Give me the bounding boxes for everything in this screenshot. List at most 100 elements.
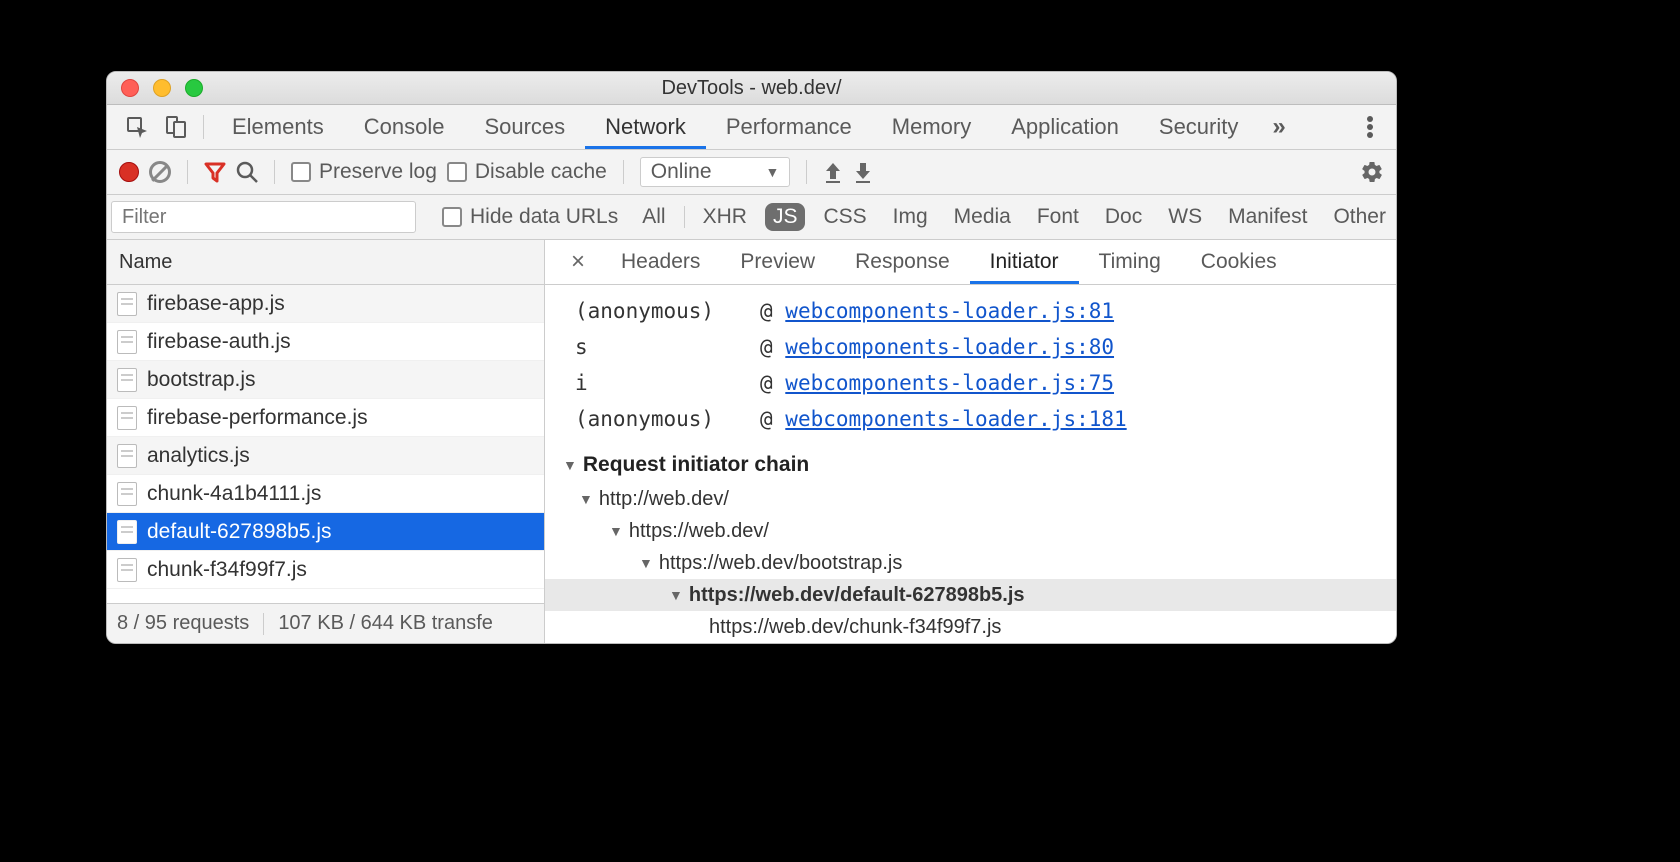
window-title: DevTools - web.dev/	[107, 77, 1396, 100]
separator	[684, 206, 685, 228]
filter-type-font[interactable]: Font	[1029, 203, 1087, 231]
source-link[interactable]: webcomponents-loader.js:81	[785, 299, 1114, 323]
device-toolbar-icon[interactable]	[157, 105, 195, 149]
file-icon	[117, 444, 137, 468]
at-symbol: @	[760, 299, 785, 323]
clear-button[interactable]	[149, 161, 171, 183]
devtools-window: DevTools - web.dev/ ElementsConsoleSourc…	[106, 71, 1397, 644]
detail-tab-preview[interactable]: Preview	[720, 240, 835, 284]
tab-network[interactable]: Network	[585, 105, 706, 149]
request-row[interactable]: chunk-f34f99f7.js	[107, 551, 544, 589]
expand-icon: ▼	[563, 457, 577, 473]
minimize-window-button[interactable]	[153, 79, 171, 97]
filter-type-doc[interactable]: Doc	[1097, 203, 1150, 231]
disable-cache-label: Disable cache	[475, 160, 607, 184]
expand-icon: ▼	[579, 483, 593, 515]
name-column-label: Name	[119, 251, 172, 274]
source-link[interactable]: webcomponents-loader.js:80	[785, 335, 1114, 359]
network-toolbar: Preserve log Disable cache Online ▼	[107, 150, 1396, 195]
requests-header[interactable]: Name	[107, 240, 544, 285]
checkbox-icon	[291, 162, 311, 182]
download-har-icon[interactable]	[853, 161, 873, 183]
stack-frame: (anonymous)@ webcomponents-loader.js:181	[575, 401, 1376, 437]
tab-application[interactable]: Application	[991, 105, 1139, 149]
more-panels-icon[interactable]: »	[1258, 113, 1299, 141]
chain-entry[interactable]: ▼https://web.dev/default-627898b5.js	[545, 579, 1396, 611]
chevron-down-icon: ▼	[766, 164, 780, 180]
source-link[interactable]: webcomponents-loader.js:181	[785, 407, 1126, 431]
filter-type-xhr[interactable]: XHR	[695, 203, 755, 231]
request-row[interactable]: analytics.js	[107, 437, 544, 475]
request-name: bootstrap.js	[147, 368, 256, 392]
inspect-element-icon[interactable]	[117, 105, 157, 149]
throttling-value: Online	[651, 160, 712, 184]
request-name: chunk-f34f99f7.js	[147, 558, 307, 582]
initiator-chain-header[interactable]: ▼ Request initiator chain	[563, 453, 1376, 477]
detail-tab-initiator[interactable]: Initiator	[970, 240, 1079, 284]
detail-tab-cookies[interactable]: Cookies	[1181, 240, 1297, 284]
chain-entry[interactable]: ▼https://web.dev/bootstrap.js	[575, 547, 1376, 579]
detail-tab-headers[interactable]: Headers	[601, 240, 720, 284]
status-bar: 8 / 95 requests 107 KB / 644 KB transfe	[107, 603, 544, 643]
request-row[interactable]: default-627898b5.js	[107, 513, 544, 551]
detail-body: (anonymous)@ webcomponents-loader.js:81s…	[545, 285, 1396, 643]
filter-type-media[interactable]: Media	[946, 203, 1019, 231]
tab-performance[interactable]: Performance	[706, 105, 872, 149]
chain-url: https://web.dev/bootstrap.js	[659, 547, 902, 579]
tab-sources[interactable]: Sources	[464, 105, 585, 149]
request-row[interactable]: firebase-performance.js	[107, 399, 544, 437]
stack-function: i	[575, 365, 740, 401]
filter-type-other[interactable]: Other	[1325, 203, 1394, 231]
request-name: analytics.js	[147, 444, 250, 468]
tab-elements[interactable]: Elements	[212, 105, 344, 149]
filter-type-img[interactable]: Img	[885, 203, 936, 231]
separator	[274, 160, 275, 184]
request-row[interactable]: firebase-app.js	[107, 285, 544, 323]
file-icon	[117, 330, 137, 354]
close-window-button[interactable]	[121, 79, 139, 97]
separator	[187, 160, 188, 184]
tab-memory[interactable]: Memory	[872, 105, 991, 149]
chain-entry[interactable]: ▼https://web.dev/	[575, 515, 1376, 547]
stack-frame: s@ webcomponents-loader.js:80	[575, 329, 1376, 365]
maximize-window-button[interactable]	[185, 79, 203, 97]
upload-har-icon[interactable]	[823, 161, 843, 183]
file-icon	[117, 292, 137, 316]
filter-type-js[interactable]: JS	[765, 203, 806, 231]
record-button[interactable]	[119, 162, 139, 182]
request-row[interactable]: firebase-auth.js	[107, 323, 544, 361]
detail-tab-response[interactable]: Response	[835, 240, 970, 284]
filter-type-manifest[interactable]: Manifest	[1220, 203, 1315, 231]
filter-type-css[interactable]: CSS	[815, 203, 874, 231]
file-icon	[117, 368, 137, 392]
request-row[interactable]: chunk-4a1b4111.js	[107, 475, 544, 513]
filter-type-all[interactable]: All	[634, 203, 673, 231]
hide-data-urls-checkbox[interactable]: Hide data URLs	[442, 205, 618, 229]
settings-menu-icon[interactable]	[1354, 115, 1386, 139]
search-icon[interactable]	[236, 161, 258, 183]
request-count: 8 / 95 requests	[117, 612, 249, 635]
tab-security[interactable]: Security	[1139, 105, 1258, 149]
source-link[interactable]: webcomponents-loader.js:75	[785, 371, 1114, 395]
chain-entry[interactable]: ▼http://web.dev/	[575, 483, 1376, 515]
preserve-log-checkbox[interactable]: Preserve log	[291, 160, 437, 184]
request-name: firebase-performance.js	[147, 406, 368, 430]
detail-tab-timing[interactable]: Timing	[1079, 240, 1181, 284]
file-icon	[117, 558, 137, 582]
throttling-select[interactable]: Online ▼	[640, 157, 791, 187]
requests-list: firebase-app.jsfirebase-auth.js bootstrap…	[107, 285, 544, 603]
file-icon	[117, 520, 137, 544]
disable-cache-checkbox[interactable]: Disable cache	[447, 160, 607, 184]
chain-url: http://web.dev/	[599, 483, 729, 515]
request-row[interactable]: bootstrap.js	[107, 361, 544, 399]
initiator-chain: ▼http://web.dev/▼https://web.dev/▼https:…	[575, 483, 1376, 643]
filter-input[interactable]	[111, 201, 416, 233]
filter-toggle-icon[interactable]	[204, 161, 226, 183]
tab-console[interactable]: Console	[344, 105, 465, 149]
close-detail-icon[interactable]: ×	[555, 248, 601, 276]
network-settings-icon[interactable]	[1360, 160, 1384, 184]
traffic-lights	[121, 79, 203, 97]
chain-entry[interactable]: https://web.dev/chunk-f34f99f7.js	[575, 611, 1376, 643]
at-symbol: @	[760, 335, 785, 359]
filter-type-ws[interactable]: WS	[1160, 203, 1210, 231]
